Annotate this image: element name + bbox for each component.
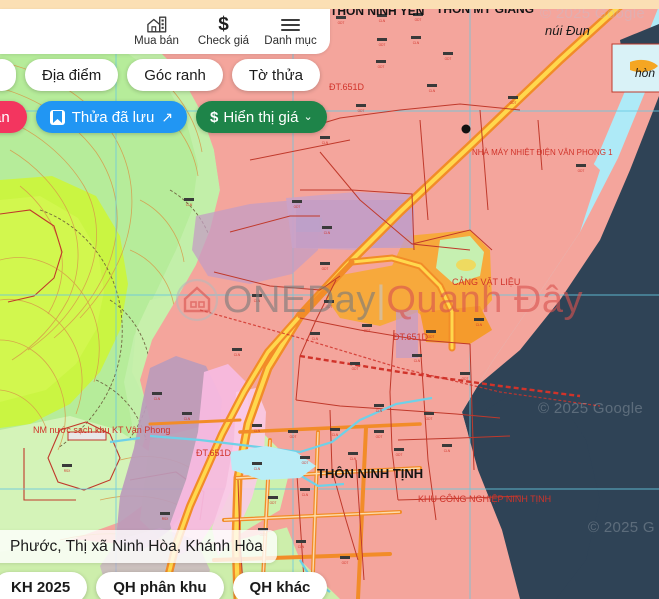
plan-layer-chip-row: KH 2025 QH phân khu QH khác [0,572,327,599]
svg-text:CLN: CLN [322,141,329,145]
svg-text:ODT: ODT [302,461,309,465]
plan-chip-kh-2025-label: KH 2025 [11,579,70,596]
address-text: Phước, Thị xã Ninh Hòa, Khánh Hòa [10,538,263,556]
hamburger-menu-icon [281,15,300,34]
svg-text:CLN: CLN [254,467,261,471]
svg-text:ODT: ODT [358,109,365,113]
svg-text:ODT: ODT [578,169,585,173]
filter-chip-hien-thi-gia-label: Hiển thị giá [223,109,298,126]
filter-chip-dia-diem[interactable]: Địa điểm [25,59,118,91]
svg-text:ODT: ODT [426,417,433,421]
filter-chip-partial-left[interactable] [0,59,16,91]
svg-text:CLN: CLN [414,359,421,363]
svg-text:ODT: ODT [396,453,403,457]
svg-text:CLN: CLN [154,397,161,401]
svg-text:CLN: CLN [444,449,451,453]
svg-text:CLN: CLN [234,353,241,357]
plan-chip-qh-phan-khu[interactable]: QH phân khu [96,572,223,599]
filter-chip-goc-ranh[interactable]: Góc ranh [127,59,223,91]
plan-chip-qh-khac[interactable]: QH khác [233,572,328,599]
svg-text:ODT: ODT [352,367,359,371]
filter-chip-to-thua[interactable]: Tờ thửa [232,59,320,91]
filter-chip-huong-dan[interactable]: ẫn [0,101,27,133]
svg-text:ODT: ODT [445,57,452,61]
svg-text:CLN: CLN [379,19,386,23]
status-bar-strip [0,0,659,9]
filter-chip-hien-thi-gia[interactable]: $ Hiển thị giá ⌄ [196,101,327,133]
svg-text:ODT: ODT [290,435,297,439]
svg-text:CLN: CLN [413,41,420,45]
bookmark-flag-icon [50,110,65,125]
svg-text:ODT: ODT [376,435,383,439]
svg-text:ODT: ODT [378,65,385,69]
svg-text:ODT: ODT [462,377,469,381]
svg-text:RSX: RSX [64,469,71,473]
filter-chip-thua-da-luu-label: Thửa đã lưu [72,109,155,126]
svg-text:ODT: ODT [342,561,349,565]
svg-text:CLN: CLN [298,545,305,549]
chevron-down-icon: ⌄ [303,112,312,123]
nav-label-check-gia: Check giá [198,35,249,48]
svg-text:ODT: ODT [379,43,386,47]
nav-item-check-gia[interactable]: $ Check giá [190,15,257,48]
svg-text:CLN: CLN [302,493,309,497]
external-link-arrow-icon: ↗ [161,110,173,124]
svg-text:CLN: CLN [254,429,261,433]
svg-text:ODT: ODT [326,305,333,309]
svg-text:CLN: CLN [332,433,339,437]
filter-chip-huong-dan-label: ẫn [0,109,10,126]
nav-label-mua-ban: Mua bán [134,35,179,48]
filter-chip-row-primary: Địa điểm Góc ranh Tờ thửa [0,59,320,91]
svg-text:CLN: CLN [254,299,261,303]
svg-text:CLN: CLN [184,417,191,421]
nav-item-mua-ban[interactable]: Mua bán [123,15,190,48]
svg-text:ODT: ODT [510,101,517,105]
nav-item-danh-muc[interactable]: Danh mục [257,15,324,48]
plan-chip-qh-khac-label: QH khác [250,579,311,596]
svg-text:ODT: ODT [322,267,329,271]
svg-text:ODT: ODT [415,18,422,22]
filter-chip-thua-da-luu[interactable]: Thửa đã lưu ↗ [36,101,187,133]
svg-text:RSX: RSX [162,517,169,521]
svg-text:CLN: CLN [186,203,193,207]
top-navigation-panel: Mua bán $ Check giá Danh mục [0,9,330,54]
svg-text:CLN: CLN [324,231,331,235]
dollar-icon: $ [210,109,218,126]
svg-text:ODT: ODT [428,335,435,339]
filter-chip-dia-diem-label: Địa điểm [42,67,101,84]
svg-text:CLN: CLN [476,323,483,327]
map-app-screen: ODT CLN ODT ODT CLN ODT ODT CLN ODT ODT … [0,0,659,599]
plan-chip-kh-2025[interactable]: KH 2025 [0,572,87,599]
filter-chip-row-secondary: ẫn Thửa đã lưu ↗ $ Hiển thị giá ⌄ [0,101,327,133]
svg-text:ODT: ODT [270,501,277,505]
filter-chip-to-thua-label: Tờ thửa [249,67,303,84]
filter-chip-goc-ranh-label: Góc ranh [144,67,206,84]
svg-text:ODT: ODT [364,329,371,333]
svg-text:CLN: CLN [376,409,383,413]
svg-text:CLN: CLN [429,89,436,93]
house-building-icon [147,15,167,34]
svg-text:ODT: ODT [338,21,345,25]
svg-text:CLN: CLN [350,457,357,461]
plan-chip-qh-phan-khu-label: QH phân khu [113,579,206,596]
nav-label-danh-muc: Danh mục [264,35,316,48]
dollar-icon: $ [218,15,229,34]
address-label-bar[interactable]: Phước, Thị xã Ninh Hòa, Khánh Hòa [0,530,277,563]
svg-text:ODT: ODT [294,205,301,209]
svg-text:CLN: CLN [312,337,319,341]
